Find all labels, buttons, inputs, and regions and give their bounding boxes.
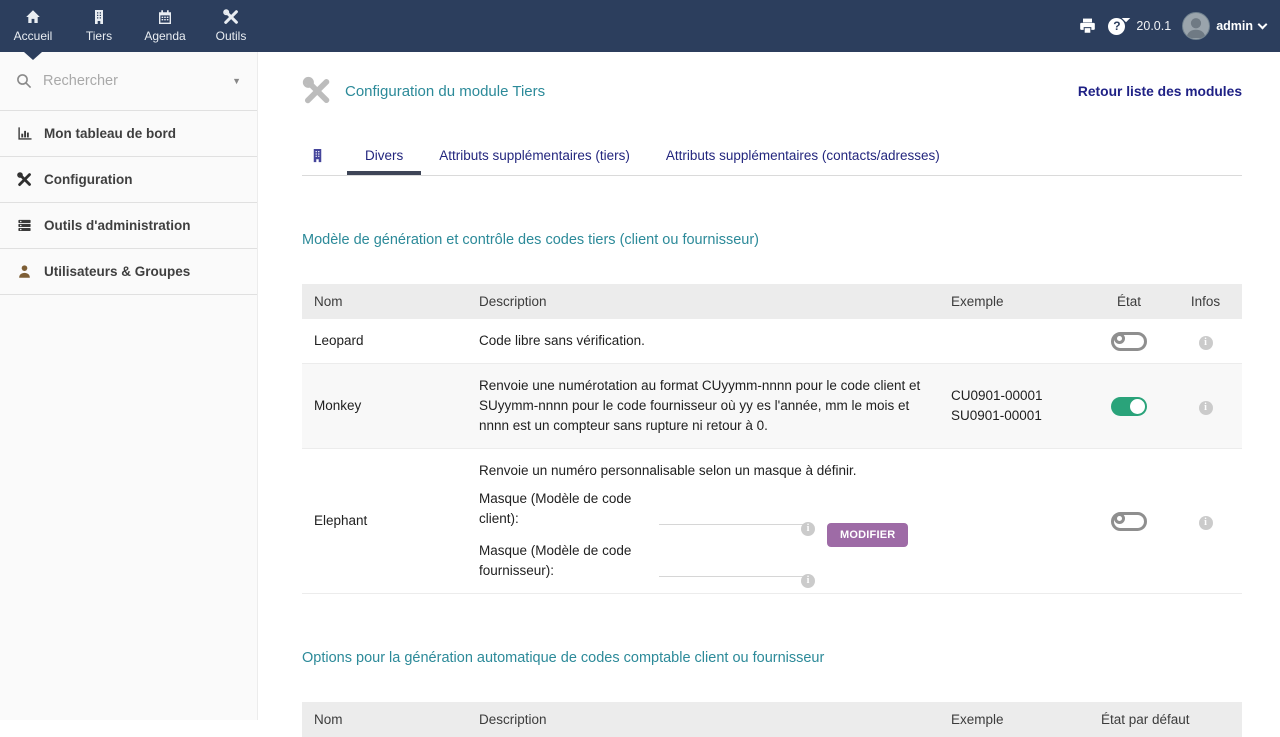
tools-icon: [223, 9, 239, 25]
topnav-item-agenda[interactable]: Agenda: [132, 0, 198, 52]
topnav-item-accueil[interactable]: Accueil: [0, 0, 66, 52]
building-icon: [310, 148, 325, 163]
search-dropdown-caret-icon[interactable]: ▼: [232, 76, 241, 86]
example-supplier-code: SU0901-00001: [951, 406, 1077, 426]
module-tools-icon: [302, 76, 332, 106]
info-icon[interactable]: i: [1199, 516, 1213, 530]
tab-attributs-contacts[interactable]: Attributs supplémentaires (contacts/adre…: [648, 148, 958, 175]
info-icon[interactable]: i: [1199, 336, 1213, 350]
codes-tiers-table: Nom Description Exemple État Infos Leopa…: [302, 284, 1242, 594]
building-icon: [91, 9, 107, 25]
section-title-codes-comptable: Options pour la génération automatique d…: [302, 650, 1242, 666]
col-header-infos: Infos: [1169, 284, 1242, 319]
page-title: Configuration du module Tiers: [345, 83, 545, 100]
modify-button[interactable]: MODIFIER: [827, 523, 908, 547]
chevron-down-icon: [1258, 19, 1268, 29]
topnav-label: Tiers: [86, 29, 112, 43]
model-description: Code libre sans vérification.: [467, 319, 939, 364]
sidebar-item-configuration[interactable]: Configuration: [0, 157, 257, 203]
model-example: [939, 449, 1089, 594]
model-name: Leopard: [302, 319, 467, 364]
mask-supplier-label: Masque (Modèle de code fournisseur):: [479, 541, 647, 581]
topnav-label: Outils: [216, 29, 247, 43]
table-row-elephant: Elephant Renvoie un numéro personnalisab…: [302, 449, 1242, 594]
mask-client-row: Masque (Modèle de code client): i: [479, 489, 811, 529]
user-icon: [16, 264, 33, 279]
username-label: admin: [1216, 19, 1253, 33]
model-example: CU0901-00001 SU0901-00001: [939, 364, 1089, 449]
mask-supplier-input[interactable]: [659, 557, 811, 577]
toggle-knob: [1114, 333, 1125, 344]
mask-config-block: Masque (Modèle de code client): i Masque…: [479, 489, 927, 581]
page-header: Configuration du module Tiers Retour lis…: [302, 76, 1242, 106]
topnav-label: Agenda: [144, 29, 185, 43]
main-content: Configuration du module Tiers Retour lis…: [258, 52, 1280, 720]
home-icon: [25, 9, 41, 25]
version-label: 20.0.1: [1136, 19, 1171, 33]
topnav-item-tiers[interactable]: Tiers: [66, 0, 132, 52]
model-example: [939, 319, 1089, 364]
tab-divers[interactable]: Divers: [347, 148, 421, 175]
sidebar-item-admin-tools[interactable]: Outils d'administration: [0, 203, 257, 249]
example-client-code: CU0901-00001: [951, 386, 1077, 406]
toggle-knob: [1114, 513, 1125, 524]
sidebar-item-label: Outils d'administration: [44, 218, 190, 233]
toggle-knob: [1130, 399, 1145, 414]
search-icon: [16, 73, 32, 89]
table-row-leopard: Leopard Code libre sans vérification. i: [302, 319, 1242, 364]
toggle-leopard-off[interactable]: [1111, 332, 1147, 351]
sidebar-item-dashboard[interactable]: Mon tableau de bord: [0, 111, 257, 157]
calendar-icon: [157, 9, 173, 25]
table-header-row: Nom Description Exemple État Infos: [302, 284, 1242, 319]
col-header-exemple: Exemple: [939, 284, 1089, 319]
user-menu[interactable]: admin: [1182, 12, 1266, 40]
avatar: [1182, 12, 1210, 40]
printer-icon[interactable]: [1078, 17, 1097, 35]
tab-bar: Divers Attributs supplémentaires (tiers)…: [302, 148, 1242, 176]
mask-supplier-row: Masque (Modèle de code fournisseur): i: [479, 541, 811, 581]
mask-client-input[interactable]: [659, 505, 811, 525]
dashboard-chart-icon: [16, 126, 33, 141]
info-icon[interactable]: i: [801, 574, 815, 588]
info-icon[interactable]: i: [1199, 401, 1213, 415]
mask-client-label: Masque (Modèle de code client):: [479, 489, 647, 529]
help-icon[interactable]: ?: [1108, 18, 1125, 35]
section-title-codes-tiers: Modèle de génération et contrôle des cod…: [302, 232, 1242, 248]
table-row-monkey: Monkey Renvoie une numérotation au forma…: [302, 364, 1242, 449]
col-header-nom: Nom: [302, 284, 467, 319]
toggle-elephant-off[interactable]: [1111, 512, 1147, 531]
elephant-description: Renvoie un numéro personnalisable selon …: [479, 461, 927, 481]
model-description: Renvoie un numéro personnalisable selon …: [467, 449, 939, 594]
sidebar-item-label: Configuration: [44, 172, 132, 187]
model-name: Elephant: [302, 449, 467, 594]
col-header-etat: État: [1089, 284, 1169, 319]
model-description: Renvoie une numérotation au format CUyym…: [467, 364, 939, 449]
tools-icon: [16, 172, 33, 187]
tab-attributs-tiers[interactable]: Attributs supplémentaires (tiers): [421, 148, 648, 175]
toggle-monkey-on[interactable]: [1111, 397, 1147, 416]
topnav-label: Accueil: [14, 29, 53, 43]
sidebar-search: ▼: [0, 52, 257, 111]
top-navbar: Accueil Tiers Agenda Outils ? 20.0.1 adm…: [0, 0, 1280, 52]
sidebar-item-label: Mon tableau de bord: [44, 126, 176, 141]
server-icon: [16, 218, 33, 233]
topnav-item-outils[interactable]: Outils: [198, 0, 264, 52]
left-sidebar: ▼ Mon tableau de bord Configuration Outi…: [0, 52, 258, 720]
back-to-modules-link[interactable]: Retour liste des modules: [1078, 84, 1242, 99]
topnav-right: ? 20.0.1 admin: [1078, 0, 1280, 52]
sidebar-item-label: Utilisateurs & Groupes: [44, 264, 190, 279]
sidebar-item-users-groups[interactable]: Utilisateurs & Groupes: [0, 249, 257, 295]
model-name: Monkey: [302, 364, 467, 449]
col-header-description: Description: [467, 284, 939, 319]
info-icon[interactable]: i: [801, 522, 815, 536]
search-input[interactable]: [41, 72, 223, 90]
